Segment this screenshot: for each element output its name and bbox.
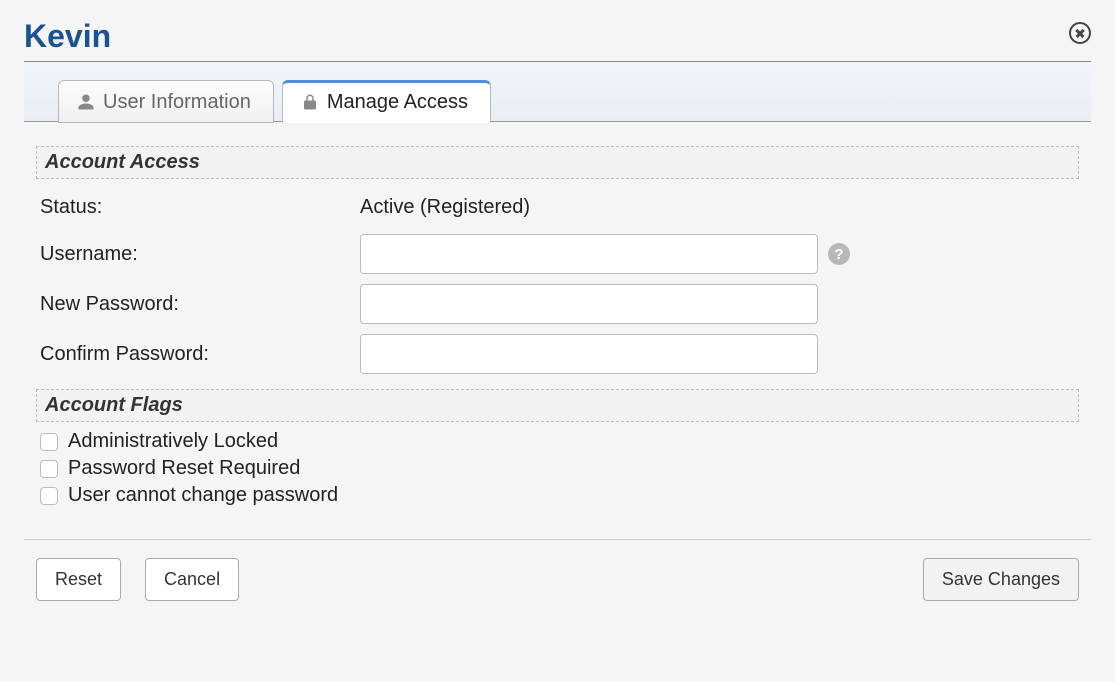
status-label: Status: [40, 196, 360, 219]
section-header-account-access: Account Access [36, 146, 1079, 179]
footer-divider [24, 539, 1091, 540]
tab-manage-access[interactable]: Manage Access [282, 80, 491, 123]
flag-user-cannot-change-password: User cannot change password [36, 482, 1079, 509]
reset-button[interactable]: Reset [36, 558, 121, 601]
confirm-password-label: Confirm Password: [40, 343, 360, 366]
tab-user-information[interactable]: User Information [58, 80, 274, 123]
section-header-account-flags: Account Flags [36, 389, 1079, 422]
tab-bar: User Information Manage Access [24, 62, 1091, 122]
row-status: Status: Active (Registered) [36, 185, 1079, 229]
new-password-input[interactable] [360, 284, 818, 324]
cancel-button[interactable]: Cancel [145, 558, 239, 601]
flag-administratively-locked: Administratively Locked [36, 428, 1079, 455]
status-value: Active (Registered) [360, 196, 530, 219]
help-icon[interactable]: ? [828, 243, 850, 265]
new-password-label: New Password: [40, 293, 360, 316]
checkbox-label[interactable]: User cannot change password [68, 484, 338, 507]
checkbox-password-reset-required[interactable] [40, 460, 58, 478]
content-area: Account Access Status: Active (Registere… [24, 122, 1091, 509]
checkbox-user-cannot-change-password[interactable] [40, 487, 58, 505]
row-new-password: New Password: [36, 279, 1079, 329]
flag-password-reset-required: Password Reset Required [36, 455, 1079, 482]
tab-label: User Information [103, 91, 251, 114]
page-title: Kevin [24, 18, 111, 55]
row-confirm-password: Confirm Password: [36, 329, 1079, 379]
save-changes-button[interactable]: Save Changes [923, 558, 1079, 601]
row-username: Username: ? [36, 229, 1079, 279]
lock-icon [301, 93, 319, 111]
checkbox-label[interactable]: Administratively Locked [68, 430, 278, 453]
tab-label: Manage Access [327, 91, 468, 114]
confirm-password-input[interactable] [360, 334, 818, 374]
checkbox-label[interactable]: Password Reset Required [68, 457, 300, 480]
username-label: Username: [40, 243, 360, 266]
user-icon [77, 93, 95, 111]
close-icon[interactable] [1069, 22, 1091, 44]
footer: Reset Cancel Save Changes [24, 558, 1091, 601]
username-input[interactable] [360, 234, 818, 274]
checkbox-administratively-locked[interactable] [40, 433, 58, 451]
